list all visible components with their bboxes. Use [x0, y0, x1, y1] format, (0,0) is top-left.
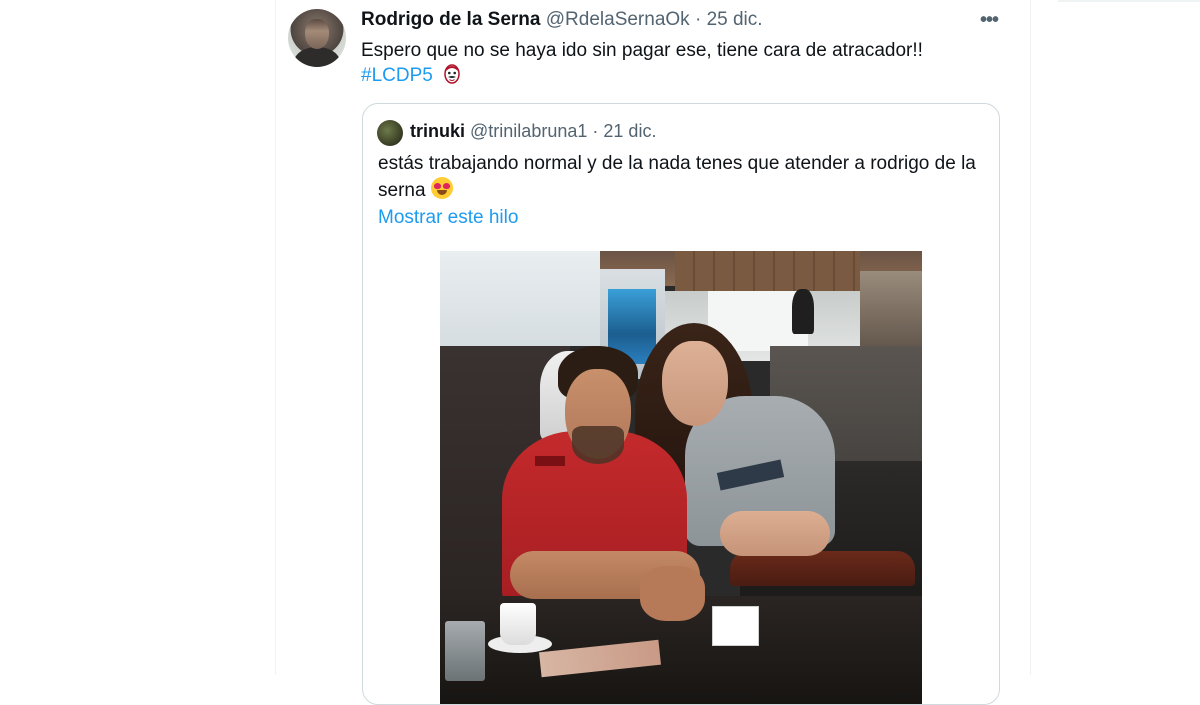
hashtag-link[interactable]: #LCDP5 [361, 65, 433, 86]
heart-eyes-emoji [430, 177, 453, 199]
quoted-tweet-date[interactable]: 21 dic. [603, 121, 656, 141]
quoted-author-avatar[interactable] [377, 120, 403, 146]
hashtag-line: #LCDP5 [361, 63, 460, 89]
tweet-text: Espero que no se haya ido sin pagar ese,… [361, 40, 923, 61]
sidebar-top-edge [1058, 0, 1200, 2]
tweet-header: Rodrigo de la Serna @RdelaSernaOk · 25 d… [361, 9, 763, 33]
timeline-right-border [1030, 0, 1031, 675]
quoted-tweet-text: estás trabajando normal y de la nada ten… [378, 151, 988, 204]
author-name[interactable]: Rodrigo de la Serna [361, 9, 540, 30]
quoted-author-name[interactable]: trinuki [410, 121, 465, 141]
quoted-tweet-card[interactable]: trinuki @trinilabruna1 · 21 dic. estás t… [362, 103, 1000, 705]
dali-mask-icon [444, 64, 460, 84]
author-handle[interactable]: @RdelaSernaOk [546, 9, 690, 30]
tweet-date[interactable]: 25 dic. [707, 9, 763, 30]
left-gutter [0, 0, 275, 675]
quoted-separator-dot: · [592, 121, 599, 141]
quoted-tweet-body: estás trabajando normal y de la nada ten… [378, 153, 976, 201]
tweet[interactable]: Rodrigo de la Serna @RdelaSernaOk · 25 d… [276, 0, 1030, 705]
cafe-photo[interactable] [440, 251, 922, 704]
quoted-author-handle[interactable]: @trinilabruna1 [470, 121, 587, 141]
quoted-tweet-header: trinuki @trinilabruna1 · 21 dic. [410, 121, 656, 142]
separator-dot: · [694, 9, 702, 30]
author-avatar[interactable] [288, 9, 346, 67]
show-thread-link[interactable]: Mostrar este hilo [378, 207, 518, 229]
more-horizontal-icon[interactable]: ••• [976, 10, 1002, 32]
